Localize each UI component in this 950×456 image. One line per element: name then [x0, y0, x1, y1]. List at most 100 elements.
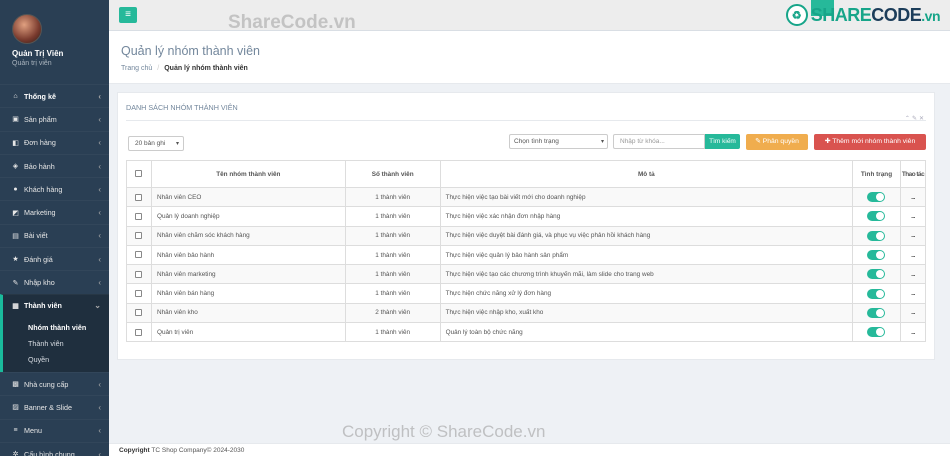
sidebar-item[interactable]: ≡ Menu ‹ [0, 418, 109, 442]
row-checkbox[interactable] [135, 270, 143, 278]
sidebar-item[interactable]: ▤ Bài viết ‹ [0, 223, 109, 247]
row-actions-button[interactable]: ... [899, 206, 927, 227]
col-name[interactable]: Tên nhóm thành viên [150, 160, 346, 188]
collapse-icon[interactable]: ⌃ [905, 116, 912, 122]
sidebar-item[interactable]: ◩ Marketing ‹ [0, 200, 109, 223]
group-name: Quản lý doanh nghiệp [150, 206, 346, 227]
close-icon[interactable]: ✕ [919, 116, 926, 122]
row-select-cell [126, 264, 152, 285]
page-title: Quản lý nhóm thành viên [121, 44, 260, 58]
keyword-input[interactable]: Nhập từ khóa... [613, 134, 705, 149]
star-icon: ★ [12, 256, 19, 264]
avatar[interactable] [12, 14, 42, 44]
sidebar-item[interactable]: ✲ Cấu hình chung ‹ [0, 441, 109, 456]
status-cell [852, 186, 901, 208]
sidebar-item-label: Nhà cung cấp [24, 379, 69, 389]
table-row[interactable]: Nhân viên bảo hành 1 thành viên Thực hiện … [126, 244, 927, 266]
col-count[interactable]: Số thành viên [344, 160, 441, 188]
status-toggle[interactable] [867, 327, 886, 338]
table-row[interactable]: Quản lý doanh nghiệp 1 thành viên Thực hiệ… [126, 206, 927, 227]
row-actions-button[interactable]: ... [899, 302, 927, 324]
table-row[interactable]: Nhân viên bán hàng 1 thành viên Thực hiện … [126, 283, 927, 304]
select-all-checkbox[interactable] [135, 170, 143, 178]
status-toggle[interactable] [867, 211, 886, 222]
chevron-left-icon: ‹ [98, 114, 101, 124]
shield-icon: ◈ [12, 163, 19, 171]
table-row[interactable]: Quản trị viên 1 thành viên Quản lý toàn bộ… [126, 322, 927, 343]
gear-icon: ✲ [12, 451, 19, 456]
brand-mid: HARE [822, 4, 872, 25]
status-toggle[interactable] [867, 307, 886, 318]
brand-logo: ♻ SHARECODE.vn [785, 4, 940, 26]
row-checkbox[interactable] [135, 193, 143, 201]
sidebar-item[interactable]: ⌂ Thống kê ‹ [0, 84, 109, 107]
table-row[interactable]: Nhân viên kho 2 thành viên Thực hiện việc … [126, 302, 927, 324]
add-group-button[interactable]: ✚ Thêm mới nhóm thành viên [814, 134, 926, 150]
status-cell [852, 322, 901, 343]
sidebar-item[interactable]: ✎ Nhập kho ‹ [0, 270, 109, 293]
chevron-left-icon: ‹ [98, 254, 101, 264]
sidebar-item[interactable]: ★ Đánh giá ‹ [0, 247, 109, 270]
user-icon: ● [13, 185, 18, 193]
recycle-icon: ♻ [785, 4, 808, 26]
row-actions-button[interactable]: ... [899, 186, 927, 208]
group-name: Nhân viên bán hàng [150, 283, 346, 304]
status-toggle[interactable] [867, 269, 886, 280]
row-actions-button[interactable]: ... [899, 264, 927, 285]
sidebar-item-label: Bảo hành [24, 161, 55, 171]
group-description: Thực hiện chức năng xử lý đơn hàng [439, 283, 854, 304]
permission-button[interactable]: ✎ Phân quyền [746, 134, 808, 150]
sidebar-item-label: Thống kê [24, 91, 56, 101]
row-select-cell [126, 322, 152, 343]
sidebar-item[interactable]: ▨ Banner & Slide ‹ [0, 395, 109, 418]
row-checkbox[interactable] [135, 328, 143, 336]
table-row[interactable]: Nhân viên marketing 1 thành viên Thực hiện… [126, 264, 927, 285]
divider [126, 120, 926, 121]
col-status[interactable]: Tình trạng [852, 160, 901, 188]
sidebar-item[interactable]: ▦ Thành viên ⌄ [0, 293, 109, 317]
sidebar-item-label: Khách hàng [24, 184, 63, 194]
submenu-item[interactable]: Nhóm thành viên [3, 320, 109, 336]
row-checkbox[interactable] [135, 251, 143, 259]
row-checkbox[interactable] [135, 309, 143, 317]
row-checkbox[interactable] [135, 212, 143, 220]
chevron-left-icon: ‹ [98, 184, 101, 194]
wrench-icon[interactable]: ✎ [912, 116, 919, 122]
submenu-item[interactable]: Thành viên [3, 336, 109, 352]
status-select[interactable]: Chọn tình trạng ▾ [509, 134, 608, 149]
watermark-bottom: Copyright © ShareCode.vn [342, 422, 546, 441]
breadcrumb-home[interactable]: Trang chủ [121, 65, 152, 72]
row-actions-button[interactable]: ... [899, 283, 927, 304]
col-desc[interactable]: Mô tả [439, 160, 854, 188]
submenu-item[interactable]: Quyền [3, 352, 109, 368]
profile-name: Quản Trị Viên [12, 49, 64, 58]
sidebar-item[interactable]: ● Khách hàng ‹ [0, 177, 109, 200]
row-checkbox[interactable] [135, 232, 143, 240]
status-toggle[interactable] [867, 250, 886, 261]
status-toggle[interactable] [867, 230, 886, 241]
sidebar-item-label: Đơn hàng [24, 138, 56, 148]
group-table: Tên nhóm thành viên Số thành viên Mô tả … [126, 160, 927, 343]
chevron-left-icon: ‹ [98, 278, 101, 288]
sidebar-item[interactable]: ◈ Bảo hành ‹ [0, 153, 109, 177]
table-row[interactable]: Nhân viên chăm sóc khách hàng 1 thành viê… [126, 225, 927, 246]
page-size-value: 20 bản ghi [135, 140, 166, 147]
add-group-label: Thêm mới nhóm thành viên [832, 138, 916, 145]
sidebar-item[interactable]: ▣ Sản phẩm ‹ [0, 107, 109, 130]
sidebar-item-label: Bài viết [24, 231, 48, 241]
table-row[interactable]: Nhân viên CEO 1 thành viên Thực hiện việc … [126, 186, 927, 208]
sidebar-item[interactable]: ◧ Đơn hàng ‹ [0, 130, 109, 154]
sidebar-item[interactable]: ▩ Nhà cung cấp ‹ [0, 371, 109, 395]
status-toggle[interactable] [867, 288, 886, 299]
row-actions-button[interactable]: ... [899, 244, 927, 266]
menu-toggle-button[interactable]: ≡ [119, 7, 137, 23]
page-size-select[interactable]: 20 bản ghi ▾ [128, 136, 184, 151]
chevron-left-icon: ‹ [98, 449, 101, 456]
row-actions-button[interactable]: ... [899, 225, 927, 246]
search-button[interactable]: Tìm kiếm [705, 134, 740, 149]
row-checkbox[interactable] [135, 290, 143, 298]
member-count: 1 thành viên [344, 322, 441, 343]
profile-role: Quản trị viên [12, 60, 52, 67]
row-actions-button[interactable]: ... [899, 322, 927, 343]
status-toggle[interactable] [867, 192, 886, 203]
